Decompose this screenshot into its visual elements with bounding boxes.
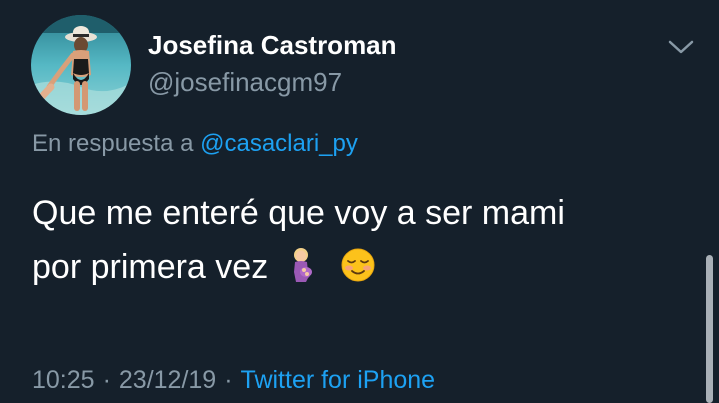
tweet-text-line-2: por primera vez bbox=[32, 240, 692, 294]
tweet-source-link[interactable]: Twitter for iPhone bbox=[241, 366, 436, 394]
smiling-face-icon bbox=[340, 247, 375, 283]
author-display-name[interactable]: Josefina Castroman bbox=[148, 30, 397, 61]
tweet-text-line-2-text: por primera vez bbox=[32, 248, 269, 286]
tweet-meta: 10:25 · 23/12/19 · Twitter for iPhone bbox=[32, 366, 435, 395]
tweet-date: 23/12/19 bbox=[118, 366, 217, 394]
avatar[interactable] bbox=[31, 15, 131, 115]
reply-mention-link[interactable]: @casaclari_py bbox=[200, 130, 358, 157]
reply-prefix: En respuesta a bbox=[32, 130, 194, 157]
tweet-text: Que me enteré que voy a ser mami por pri… bbox=[32, 186, 692, 294]
avatar-photo-icon bbox=[31, 15, 131, 115]
pregnant-woman-icon bbox=[284, 247, 318, 283]
chevron-down-icon[interactable] bbox=[667, 36, 695, 58]
scrollbar[interactable] bbox=[706, 255, 713, 403]
reply-context: En respuesta a @casaclari_py bbox=[32, 130, 358, 158]
author-handle[interactable]: @josefinacgm97 bbox=[148, 67, 342, 98]
meta-separator: · bbox=[224, 366, 233, 394]
tweet-text-line-1: Que me enteré que voy a ser mami bbox=[32, 194, 565, 232]
tweet-time: 10:25 bbox=[32, 366, 95, 394]
meta-separator: · bbox=[102, 366, 111, 394]
tweet-card: Josefina Castroman @josefinacgm97 En res… bbox=[0, 0, 719, 403]
